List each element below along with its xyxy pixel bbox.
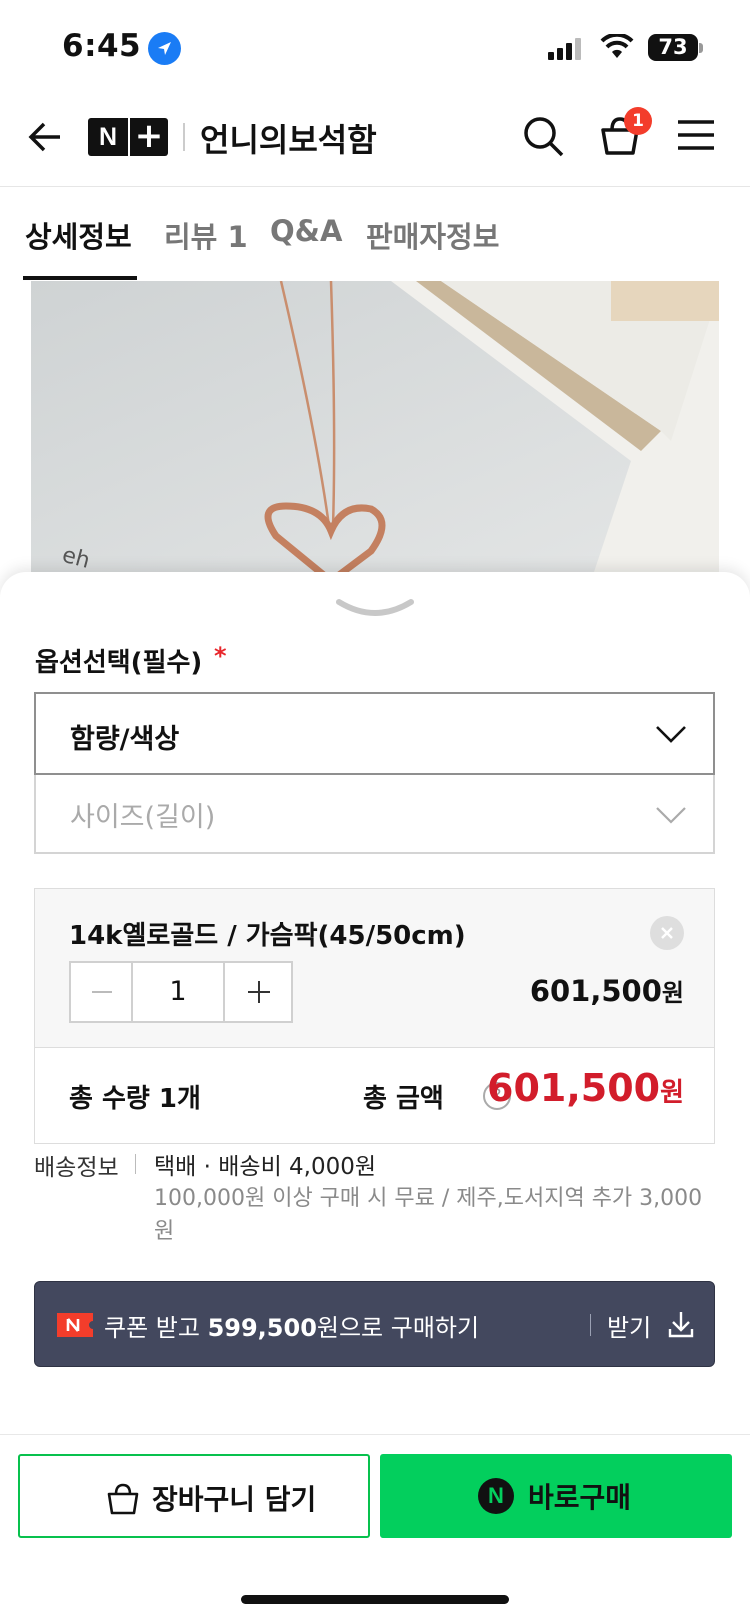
required-mark: * [214, 642, 227, 670]
total-amount-label: 총 금액 [363, 1084, 444, 1114]
tab-seller-info[interactable]: 판매자정보 [366, 214, 499, 256]
quantity-value[interactable]: 1 [133, 963, 223, 1021]
plus-icon [248, 981, 270, 1003]
store-name[interactable]: 언니의보석함 [200, 115, 377, 161]
location-icon [148, 32, 181, 65]
tab-detail[interactable]: 상세정보 [25, 214, 132, 256]
naver-coupon-icon [57, 1313, 93, 1337]
coupon-amount: 599,500 [207, 1314, 317, 1342]
status-bar: 6:45 73 [0, 0, 750, 95]
total-price-currency: 원 [660, 1078, 684, 1108]
quantity-decrease-button[interactable] [71, 963, 133, 1021]
item-price-value: 601,500 [529, 974, 662, 1008]
coupon-divider [590, 1314, 591, 1336]
menu-icon[interactable] [676, 117, 716, 153]
naver-pay-icon: N [478, 1478, 514, 1514]
buy-now-button[interactable]: N 바로구매 [380, 1454, 732, 1538]
close-icon [661, 927, 673, 939]
download-icon[interactable] [667, 1309, 695, 1339]
shipping-divider [135, 1154, 136, 1174]
search-icon[interactable] [520, 113, 566, 159]
minus-icon [92, 991, 112, 993]
active-tab-indicator [23, 276, 137, 280]
coupon-text-suffix: 원으로 구매하기 [316, 1314, 480, 1342]
shopping-bag-icon [107, 1483, 139, 1515]
header-divider [183, 123, 185, 151]
coupon-text: 쿠폰 받고 599,500원으로 구매하기 [104, 1308, 479, 1343]
bottom-action-bar: 장바구니 담기 N 바로구매 [0, 1434, 750, 1623]
coupon-banner[interactable]: 쿠폰 받고 599,500원으로 구매하기 받기 [34, 1281, 715, 1367]
coupon-text-prefix: 쿠폰 받고 [104, 1314, 208, 1342]
product-tabs: 상세정보 리뷰 1 Q&A 판매자정보 [0, 188, 750, 281]
option-select-size-label: 사이즈(길이) [70, 802, 216, 833]
options-title: 옵션선택(필수) [35, 648, 203, 678]
buy-now-label: 바로구매 [528, 1481, 632, 1514]
cart-count-badge: 1 [624, 107, 652, 135]
remove-option-button[interactable] [650, 916, 684, 950]
battery-tip [699, 43, 703, 53]
battery-icon: 73 [648, 34, 698, 61]
tab-qna[interactable]: Q&A [270, 214, 342, 248]
home-indicator [241, 1595, 509, 1604]
total-quantity: 총 수량 1개 [69, 1084, 201, 1114]
chevron-down-icon [656, 807, 686, 824]
status-time: 6:45 [62, 28, 142, 64]
option-select-size[interactable]: 사이즈(길이) [34, 775, 715, 854]
add-to-cart-label: 장바구니 담기 [152, 1483, 317, 1516]
tab-reviews[interactable]: 리뷰 1 [164, 214, 248, 256]
shipping-condition: 100,000원 이상 구매 시 무료 / 제주,도서지역 추가 3,000원 [154, 1186, 703, 1244]
coupon-get-button[interactable]: 받기 [607, 1308, 651, 1343]
wifi-icon [600, 34, 634, 58]
order-total: 총 수량 1개 총 금액 ? 601,500원 [34, 1048, 715, 1144]
selected-option-name: 14k옐로골드 / 가슴팍(45/50cm) [69, 921, 466, 951]
logo-n: N [98, 123, 118, 151]
logo-plus: + [134, 116, 164, 156]
quantity-increase-button[interactable] [223, 963, 291, 1021]
total-price-value: 601,500 [487, 1066, 661, 1110]
product-image: eh [31, 281, 719, 581]
selected-option-item: 14k옐로골드 / 가슴팍(45/50cm) 1 601,500원 [34, 888, 715, 1048]
option-select-color[interactable]: 함량/색상 [34, 692, 715, 775]
shipping-label: 배송정보 [34, 1155, 119, 1181]
shipping-fee: 택배 · 배송비 4,000원 [154, 1154, 377, 1180]
collapse-handle-icon[interactable] [335, 594, 415, 622]
total-price: 601,500원 [487, 1066, 684, 1110]
top-nav: N + 언니의보석함 1 [0, 95, 750, 187]
item-price-currency: 원 [661, 979, 684, 1007]
add-to-cart-button[interactable]: 장바구니 담기 [18, 1454, 370, 1538]
purchase-sheet: 옵션선택(필수) * 함량/색상 사이즈(길이) 14k옐로골드 / 가슴팍(4… [0, 572, 750, 1623]
item-price: 601,500원 [530, 973, 684, 1008]
back-arrow-icon[interactable] [24, 115, 68, 159]
option-select-color-label: 함량/색상 [70, 724, 180, 755]
chevron-down-icon [656, 726, 686, 743]
quantity-stepper: 1 [69, 961, 293, 1023]
naver-plus-logo[interactable]: N + [88, 118, 168, 156]
